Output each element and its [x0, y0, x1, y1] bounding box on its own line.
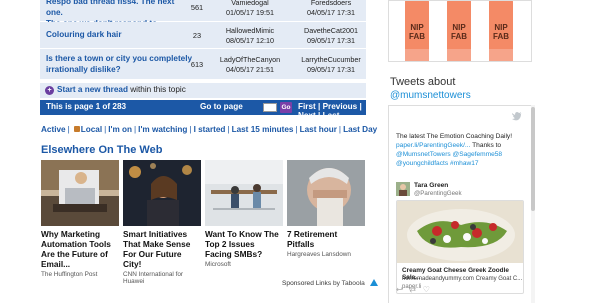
card-source: Microsoft: [205, 261, 231, 268]
tweet-hashtag[interactable]: #mhaw17: [448, 160, 479, 167]
card-source: CNN International for Huawei: [123, 271, 184, 285]
card-title: Want To Know The Top 2 Issues Facing SMB…: [205, 229, 279, 259]
tweet-author-handle[interactable]: @ParentingGeek: [414, 190, 462, 197]
table-row: Colouring dark hair 23 HallowedMimic 08/…: [40, 22, 366, 49]
card-source: Hargreaves Lansdown: [287, 251, 351, 258]
thread-filters: Active | Local | I'm on | I'm watching | I start…: [41, 125, 378, 134]
twitter-bird-icon[interactable]: [512, 112, 522, 121]
elsewhere-heading: Elsewhere On The Web: [41, 144, 163, 156]
tweet-mentions-2[interactable]: @youngchildfacts: [396, 160, 448, 167]
started-by: Vamiedogal 01/05/17 19:51: [226, 0, 274, 17]
card-title: 7 Retirement Pitfalls: [287, 229, 338, 249]
sponsored-links-label[interactable]: Sponsored Links by Taboola: [282, 279, 378, 287]
last-page-link[interactable]: Last: [323, 111, 340, 120]
tweet-author-name[interactable]: Tara Green: [414, 182, 448, 189]
reply-count: 561: [190, 3, 204, 12]
sponsored-cards: Why Marketing Automation Tools Are the F…: [41, 160, 367, 285]
reply-count: 23: [192, 31, 202, 40]
filter-last-day[interactable]: Last Day: [343, 125, 377, 134]
ad-banner[interactable]: NIP FAB NIP FAB NIP FAB: [388, 0, 532, 62]
retweet-icon[interactable]: ⇄: [409, 285, 416, 294]
last-post: DavetheCat2001 09/05/17 17:31: [304, 26, 358, 45]
first-page-link[interactable]: First: [298, 102, 316, 111]
product-label: NIP FAB: [493, 23, 509, 41]
product-label: NIP FAB: [451, 23, 467, 41]
thread-title-link[interactable]: Colouring dark hair: [46, 29, 186, 40]
filter-active[interactable]: Active: [41, 125, 66, 134]
last-post: LarrytheCucumber 09/05/17 17:31: [301, 55, 361, 74]
started-by: LadyOfTheCanyon 04/05/17 21:51: [219, 55, 281, 74]
tweet-mentions[interactable]: @MumsnetTowers @Sagefemme58: [396, 151, 502, 158]
table-row: Is there a town or city you completely i…: [40, 49, 366, 80]
start-thread-row: + Start a new thread within this topic: [40, 83, 366, 98]
page-info: This is page 1 of 283: [46, 102, 127, 111]
reply-icon[interactable]: ↩: [396, 285, 403, 294]
start-thread-link[interactable]: Start a new thread within this topic: [57, 85, 186, 94]
scrollbar-thumb[interactable]: [531, 107, 535, 211]
sponsored-card[interactable]: Want To Know The Top 2 Issues Facing SMB…: [205, 160, 283, 268]
thread-list: Respo bad thread fiss4. The next one. Th…: [40, 0, 366, 80]
filter-im-on[interactable]: I'm on: [108, 125, 132, 134]
card-image: [123, 160, 201, 226]
tweet-actions: ↩ ⇄ ♡: [396, 285, 430, 294]
location-icon: [73, 126, 80, 132]
thread-title-link[interactable]: Is there a town or city you completely i…: [46, 53, 192, 75]
filter-last-hour[interactable]: Last hour: [300, 125, 337, 134]
table-row: Respo bad thread fiss4. The next one. Th…: [40, 0, 366, 28]
filter-local[interactable]: Local: [81, 125, 102, 134]
pagination-bar: This is page 1 of 283 Go to page Go Firs…: [40, 100, 366, 120]
product-label: NIP FAB: [409, 23, 425, 41]
card-image: [41, 160, 119, 226]
card-image: [205, 160, 283, 226]
tweet-card[interactable]: Creamy Goat Cheese Greek Zoodle Sala... …: [396, 200, 524, 294]
tweet-card-image: [397, 201, 523, 263]
pager-links: First | Previous | Next | Last: [298, 102, 362, 120]
card-source: The Huffington Post: [41, 271, 98, 278]
card-title: Smart Initiatives That Make Sense For Ou…: [123, 229, 191, 269]
sponsored-card[interactable]: Smart Initiatives That Make Sense For Ou…: [123, 160, 201, 285]
sponsored-card[interactable]: 7 Retirement Pitfalls Hargreaves Lansdow…: [287, 160, 365, 258]
twitter-widget-title: Tweets about: [390, 76, 456, 88]
start-thread-suffix: within this topic: [130, 85, 186, 94]
filter-last-15-minutes[interactable]: Last 15 minutes: [232, 125, 294, 134]
twitter-handle-link[interactable]: @mumsnettowers: [390, 90, 471, 101]
plus-icon: +: [45, 86, 54, 95]
filter-i-started[interactable]: I started: [194, 125, 226, 134]
taboola-label: by Taboola: [332, 280, 365, 287]
go-button[interactable]: Go: [280, 102, 292, 113]
card-image: [287, 160, 365, 226]
tweet-link[interactable]: paper.li/ParentingGeek/...: [396, 142, 470, 149]
sponsored-card[interactable]: Why Marketing Automation Tools Are the F…: [41, 160, 119, 278]
tweet-card-description: homemadeandyummy.com Creamy Goat C...: [402, 276, 523, 282]
previous-page-link[interactable]: Previous: [323, 102, 358, 111]
twitter-timeline: The latest The Emotion Coaching Daily! p…: [388, 105, 532, 303]
like-icon[interactable]: ♡: [423, 285, 430, 294]
twitter-scrollbar[interactable]: [531, 105, 535, 303]
page-number-input[interactable]: [263, 103, 277, 112]
next-page-link[interactable]: Next: [298, 111, 316, 120]
card-title: Why Marketing Automation Tools Are the F…: [41, 229, 111, 269]
avatar[interactable]: [396, 182, 410, 196]
goto-page-label: Go to page: [200, 102, 243, 111]
started-by: HallowedMimic 08/05/17 12:10: [225, 26, 275, 45]
filter-im-watching[interactable]: I'm watching: [138, 125, 187, 134]
tweet-text: The latest The Emotion Coaching Daily! p…: [396, 133, 513, 167]
reply-count: 613: [190, 60, 204, 69]
taboola-icon: [369, 279, 378, 286]
last-post: Foredsdoers 04/05/17 17:31: [307, 0, 355, 17]
